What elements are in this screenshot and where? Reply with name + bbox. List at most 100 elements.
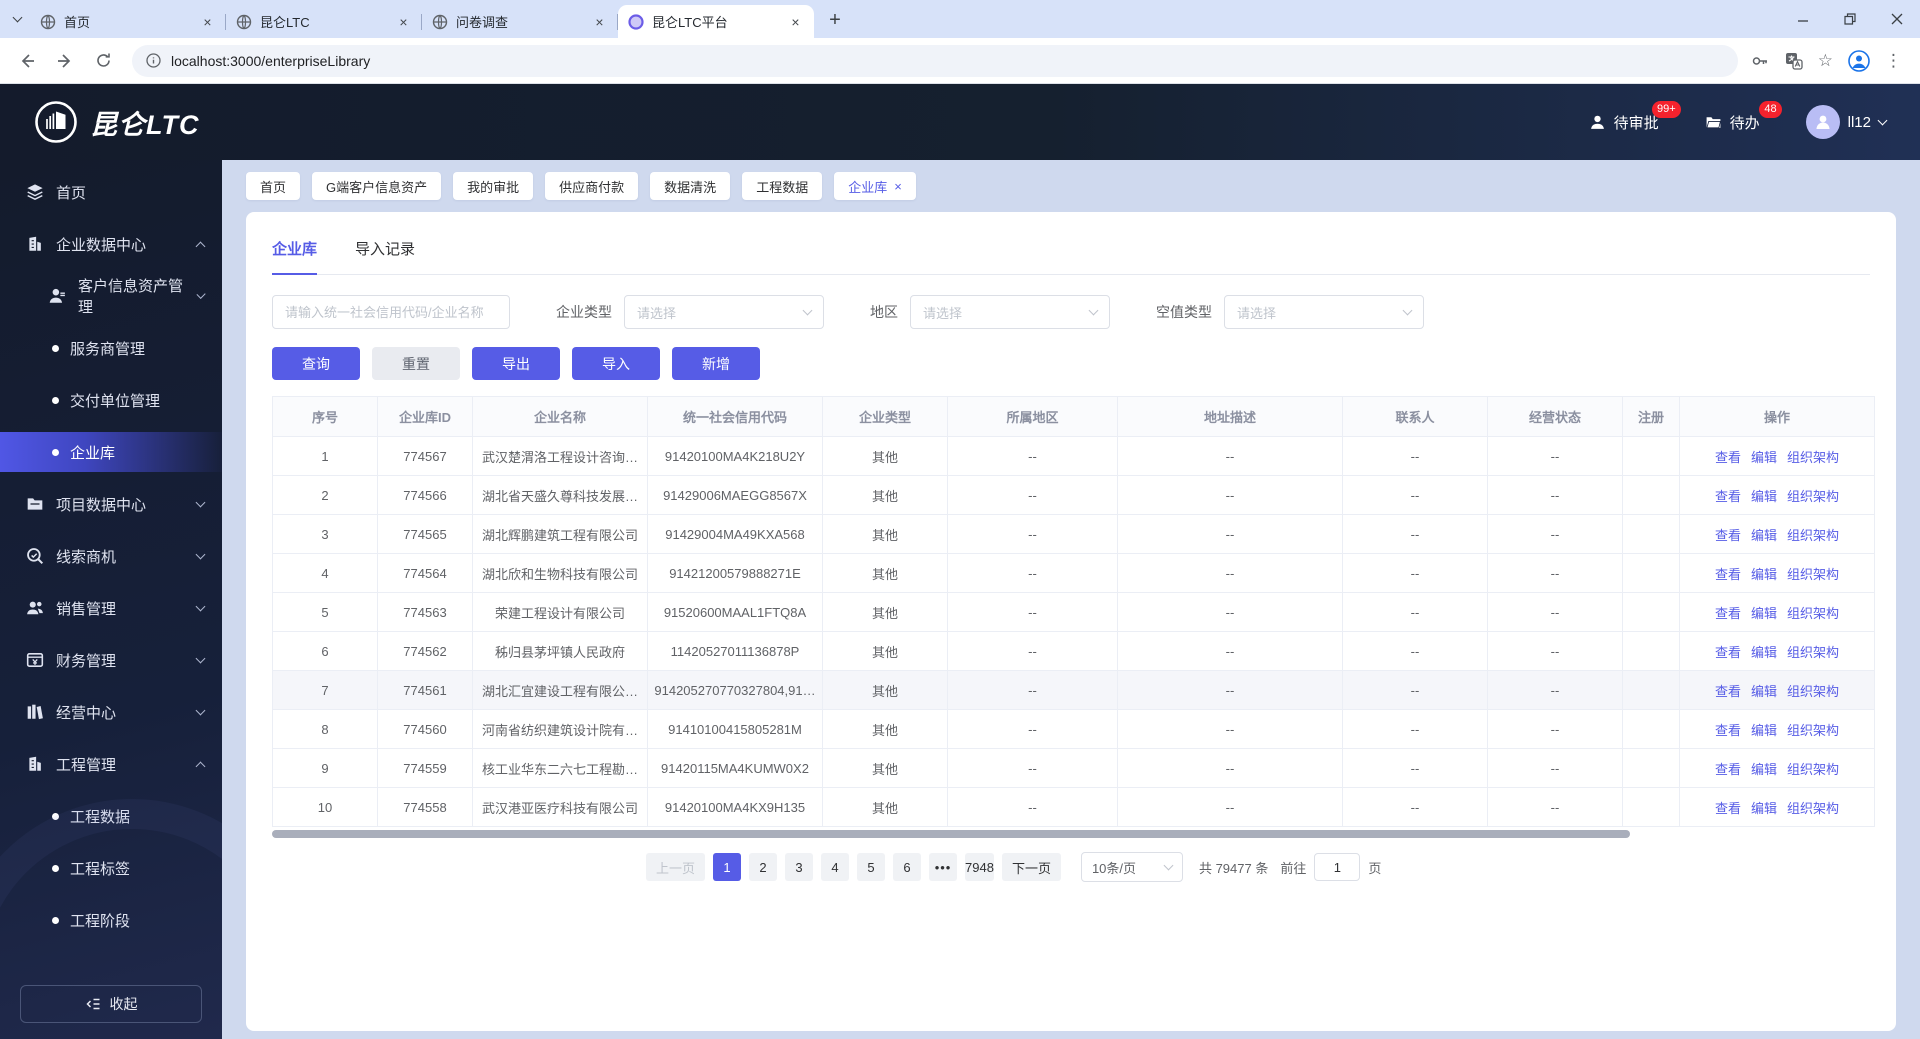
sidebar-item-财务管理[interactable]: 财务管理 (0, 634, 222, 686)
query-button[interactable]: 查询 (272, 347, 360, 380)
window-restore-button[interactable] (1826, 0, 1873, 38)
browser-tab-4[interactable]: 昆仑LTC平台 × (618, 5, 814, 38)
org-structure-link[interactable]: 组织架构 (1787, 684, 1839, 699)
more-pages-button[interactable]: ••• (929, 853, 958, 881)
org-structure-link[interactable]: 组织架构 (1787, 762, 1839, 777)
empty-type-select[interactable]: 请选择 (1224, 295, 1424, 329)
browser-tab-3[interactable]: 问卷调查 × (422, 5, 618, 38)
sidebar-item-工程阶段[interactable]: 工程阶段 (0, 894, 222, 946)
edit-link[interactable]: 编辑 (1751, 723, 1777, 738)
sidebar-item-线索商机[interactable]: 线索商机 (0, 530, 222, 582)
edit-link[interactable]: 编辑 (1751, 645, 1777, 660)
tab-导入记录[interactable]: 导入记录 (355, 238, 415, 274)
new-tab-button[interactable]: + (820, 5, 850, 35)
page-size-select[interactable]: 10条/页 (1080, 852, 1183, 882)
site-info-icon[interactable] (146, 53, 161, 68)
tag-首页[interactable]: 首页 (246, 172, 301, 200)
sidebar-item-工程数据[interactable]: 工程数据 (0, 790, 222, 842)
sidebar-collapse-button[interactable]: 收起 (20, 985, 202, 1023)
back-button[interactable] (10, 44, 44, 78)
edit-link[interactable]: 编辑 (1751, 450, 1777, 465)
tab-企业库[interactable]: 企业库 (272, 238, 318, 275)
org-structure-link[interactable]: 组织架构 (1787, 450, 1839, 465)
sidebar-item-交付单位管理[interactable]: 交付单位管理 (0, 374, 222, 426)
org-structure-link[interactable]: 组织架构 (1787, 645, 1839, 660)
org-structure-link[interactable]: 组织架构 (1787, 606, 1839, 621)
view-link[interactable]: 查看 (1715, 684, 1741, 699)
window-minimize-button[interactable] (1779, 0, 1826, 38)
page-button-3[interactable]: 3 (785, 853, 814, 881)
sidebar-item-客户信息资产管理[interactable]: 客户信息资产管理 (0, 270, 222, 322)
prev-page-button[interactable]: 上一页 (646, 853, 706, 881)
sidebar-item-工程管理[interactable]: 工程管理 (0, 738, 222, 790)
browser-tab-2[interactable]: 昆仑LTC × (226, 5, 422, 38)
todo-button[interactable]: 待办 48 (1705, 100, 1782, 133)
address-bar[interactable]: localhost:3000/enterpriseLibrary (132, 44, 1738, 77)
region-select[interactable]: 请选择 (910, 295, 1110, 329)
reset-button[interactable]: 重置 (372, 347, 460, 380)
sidebar-item-企业数据中心[interactable]: 企业数据中心 (0, 218, 222, 270)
profile-avatar-icon[interactable] (1847, 49, 1871, 73)
view-link[interactable]: 查看 (1715, 801, 1741, 816)
edit-link[interactable]: 编辑 (1751, 567, 1777, 582)
page-button-1[interactable]: 1 (713, 853, 742, 881)
page-button-6[interactable]: 6 (893, 853, 922, 881)
page-button-4[interactable]: 4 (821, 853, 850, 881)
browser-menu-icon[interactable]: ⋮ (1885, 51, 1902, 71)
user-menu[interactable]: ll12 (1805, 105, 1888, 139)
tag-企业库[interactable]: 企业库 × (834, 172, 916, 200)
search-input[interactable] (272, 295, 510, 329)
view-link[interactable]: 查看 (1715, 762, 1741, 777)
sidebar-item-销售管理[interactable]: 销售管理 (0, 582, 222, 634)
company-type-select[interactable]: 请选择 (624, 295, 824, 329)
tag-G端客户信息资产[interactable]: G端客户信息资产 (312, 172, 442, 200)
page-button-2[interactable]: 2 (749, 853, 778, 881)
add-button[interactable]: 新增 (672, 347, 760, 380)
password-key-icon[interactable] (1750, 51, 1770, 71)
tab-close-icon[interactable]: × (395, 13, 412, 30)
import-button[interactable]: 导入 (572, 347, 660, 380)
browser-tab-1[interactable]: 首页 × (30, 5, 226, 38)
edit-link[interactable]: 编辑 (1751, 762, 1777, 777)
tag-close-icon[interactable]: × (894, 179, 902, 194)
sidebar-item-工程标签[interactable]: 工程标签 (0, 842, 222, 894)
view-link[interactable]: 查看 (1715, 606, 1741, 621)
tab-search-chevron[interactable] (4, 0, 30, 38)
goto-page-input[interactable] (1314, 853, 1361, 881)
tag-供应商付款[interactable]: 供应商付款 (545, 172, 639, 200)
translate-icon[interactable] (1784, 51, 1804, 71)
tab-close-icon[interactable]: × (787, 13, 804, 30)
view-link[interactable]: 查看 (1715, 567, 1741, 582)
tag-我的审批[interactable]: 我的审批 (453, 172, 534, 200)
export-button[interactable]: 导出 (472, 347, 560, 380)
tag-数据清洗[interactable]: 数据清洗 (650, 172, 731, 200)
sidebar-item-首页[interactable]: 首页 (0, 166, 222, 218)
horizontal-scrollbar-thumb[interactable] (272, 830, 1631, 838)
bookmark-star-icon[interactable]: ☆ (1818, 51, 1833, 71)
reload-button[interactable] (86, 44, 120, 78)
view-link[interactable]: 查看 (1715, 645, 1741, 660)
view-link[interactable]: 查看 (1715, 450, 1741, 465)
tab-close-icon[interactable]: × (199, 13, 216, 30)
org-structure-link[interactable]: 组织架构 (1787, 489, 1839, 504)
org-structure-link[interactable]: 组织架构 (1787, 801, 1839, 816)
next-page-button[interactable]: 下一页 (1001, 853, 1061, 881)
view-link[interactable]: 查看 (1715, 528, 1741, 543)
window-close-button[interactable] (1873, 0, 1920, 38)
edit-link[interactable]: 编辑 (1751, 489, 1777, 504)
sidebar-item-项目数据中心[interactable]: 项目数据中心 (0, 478, 222, 530)
pending-approval-button[interactable]: 待审批 99+ (1589, 100, 1681, 133)
page-button-5[interactable]: 5 (857, 853, 886, 881)
page-button-7948[interactable]: 7948 (965, 853, 994, 881)
org-structure-link[interactable]: 组织架构 (1787, 723, 1839, 738)
view-link[interactable]: 查看 (1715, 489, 1741, 504)
edit-link[interactable]: 编辑 (1751, 528, 1777, 543)
sidebar-item-经营中心[interactable]: 经营中心 (0, 686, 222, 738)
sidebar-item-服务商管理[interactable]: 服务商管理 (0, 322, 222, 374)
view-link[interactable]: 查看 (1715, 723, 1741, 738)
tab-close-icon[interactable]: × (591, 13, 608, 30)
org-structure-link[interactable]: 组织架构 (1787, 528, 1839, 543)
org-structure-link[interactable]: 组织架构 (1787, 567, 1839, 582)
edit-link[interactable]: 编辑 (1751, 606, 1777, 621)
sidebar-item-企业库[interactable]: 企业库 (0, 432, 222, 472)
